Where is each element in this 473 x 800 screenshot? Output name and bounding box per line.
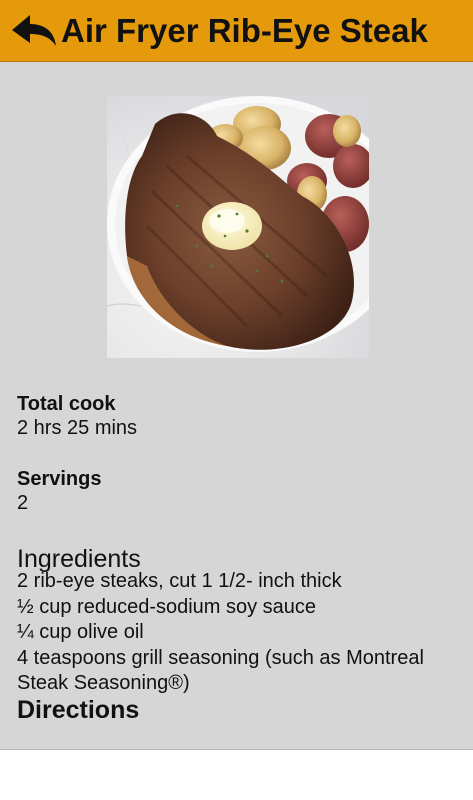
servings-section: Servings 2 [17, 467, 457, 516]
recipe-details: Total cook 2 hrs 25 mins Servings 2 Ingr… [17, 392, 457, 725]
directions-heading: Directions [17, 695, 140, 724]
total-cook-section: Total cook 2 hrs 25 mins [17, 392, 457, 441]
ingredients-list: 2 rib-eye steaks, cut 1 1/2- inch thick … [17, 569, 457, 697]
total-cook-label: Total cook [17, 393, 116, 415]
ingredient-item: ½ cup reduced-sodium soy sauce [17, 595, 317, 618]
page-title: Air Fryer Rib-Eye Steak [61, 12, 428, 49]
recipe-photo [107, 96, 369, 358]
ingredient-item: 4 teaspoons grill seasoning (such as Mon… [17, 646, 424, 695]
app-header: Air Fryer Rib-Eye Steak [0, 0, 473, 62]
servings-value: 2 [17, 492, 29, 514]
ingredient-item: 2 rib-eye steaks, cut 1 1/2- inch thick [17, 570, 342, 592]
recipe-screen: Air Fryer Rib-Eye Steak Total cook 2 hrs… [0, 0, 473, 750]
servings-label: Servings [17, 468, 102, 490]
total-cook-value: 2 hrs 25 mins [17, 417, 138, 439]
ingredient-item: ¼ cup olive oil [17, 621, 144, 643]
back-arrow-icon[interactable] [10, 11, 58, 51]
